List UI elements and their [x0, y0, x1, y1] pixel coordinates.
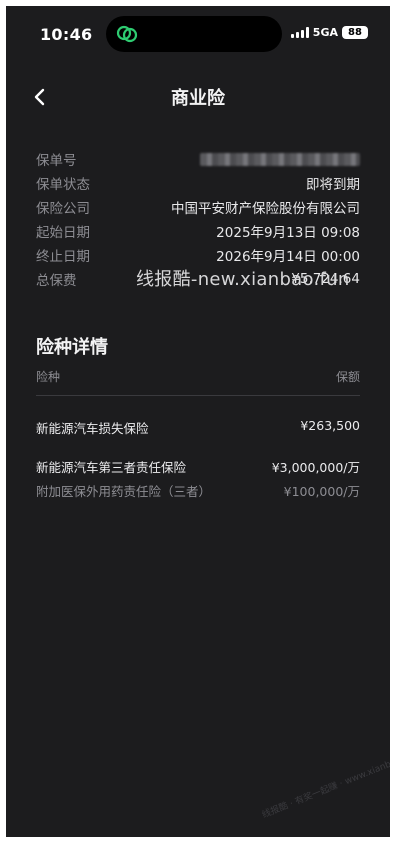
header-name: 险种 [36, 370, 61, 384]
coverage-item: 附加医保外用药责任险（三者） ¥100,000/万 [36, 481, 360, 500]
policy-row: 保单状态 即将到期 [36, 171, 360, 195]
header-amount: 保额 [335, 370, 360, 384]
network-type: 5GA [312, 26, 338, 39]
policy-number-redacted [200, 152, 360, 166]
coverage-name: 新能源汽车第三者责任保险 [36, 460, 187, 475]
section-title: 险种详情 [36, 337, 108, 358]
insurer-value: 中国平安财产保险股份有限公司 [171, 201, 360, 217]
field-label: 起始日期 [36, 225, 90, 241]
start-date-value: 2025年9月13日 09:08 [216, 225, 360, 241]
field-label: 保单状态 [36, 177, 90, 193]
cellular-signal-icon [290, 27, 309, 38]
coverage-amount: ¥263,500 [300, 418, 360, 433]
policy-row: 起始日期 2025年9月13日 09:08 [36, 219, 360, 243]
coverage-item: 新能源汽车第三者责任保险 ¥3,000,000/万 [36, 457, 360, 476]
policy-row: 保单号 [36, 147, 360, 171]
watermark: 线报酷-new.xianbao.fun [136, 269, 350, 290]
app-screen: 10:46 5GA 88 商业险 保单号 保单状态 即将到期 保险公司 中国平安… [6, 6, 390, 837]
policy-row: 终止日期 2026年9月14日 00:00 [36, 243, 360, 267]
policy-row: 保险公司 中国平安财产保险股份有限公司 [36, 195, 360, 219]
field-label: 总保费 [36, 273, 77, 289]
coverage-name: 新能源汽车损失保险 [36, 421, 149, 436]
coverage-item: 新能源汽车损失保险 ¥263,500 [36, 418, 360, 437]
coverage-name: 附加医保外用药责任险（三者） [36, 484, 212, 499]
status-indicators: 5GA 88 [290, 26, 368, 39]
table-header: 险种 保额 [36, 368, 360, 396]
end-date-value: 2026年9月14日 00:00 [216, 249, 360, 265]
coverage-amount: ¥3,000,000/万 [271, 460, 360, 475]
coverage-table: 险种 保额 新能源汽车损失保险 ¥263,500 新能源汽车第三者责任保险 ¥3… [36, 368, 360, 500]
dynamic-island [106, 16, 282, 52]
field-label: 终止日期 [36, 249, 90, 265]
page-title: 商业险 [171, 88, 225, 109]
wechat-link-icon [116, 25, 138, 43]
battery-icon: 88 [342, 26, 368, 39]
status-value: 即将到期 [306, 177, 360, 193]
coverage-amount: ¥100,000/万 [283, 484, 360, 499]
field-label: 保险公司 [36, 201, 90, 217]
status-time: 10:46 [40, 25, 93, 44]
watermark-bottom: 线报酷 · 有奖一起赚 · www.xianbao.com [260, 747, 390, 821]
field-label: 保单号 [36, 153, 77, 169]
